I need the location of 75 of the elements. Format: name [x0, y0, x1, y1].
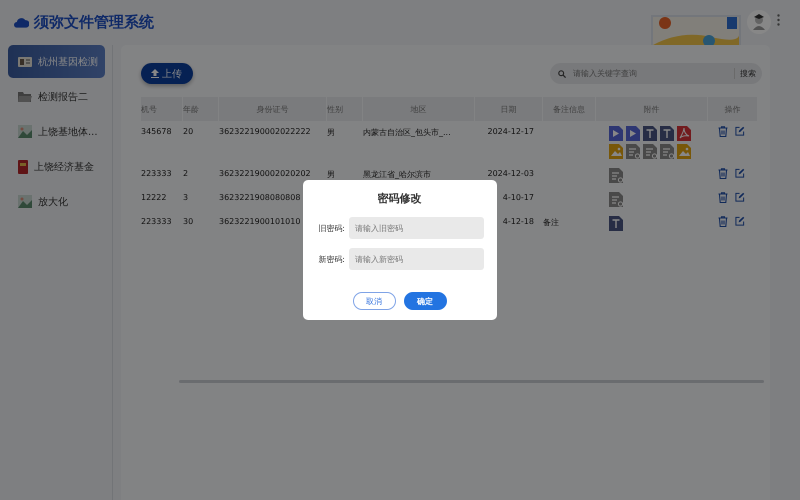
table-cell: 黑龙江省_哈尔滨市	[363, 170, 431, 179]
table-cell: 4-12-18	[502, 217, 534, 226]
delete-icon[interactable]	[718, 168, 728, 179]
sidebar-item[interactable]: 检测报告二	[8, 80, 105, 113]
table-cell: 3	[183, 193, 188, 202]
folder-icon	[18, 90, 32, 102]
table-cell: 内蒙古自治区_包头市_...	[363, 128, 451, 137]
pdf-file-icon[interactable]	[676, 125, 692, 142]
doc-file-icon[interactable]	[608, 167, 624, 184]
card-icon	[18, 56, 32, 66]
doc-file-icon[interactable]	[642, 143, 658, 160]
column-header: 附件	[596, 97, 708, 121]
delete-icon[interactable]	[718, 216, 728, 227]
edit-icon[interactable]	[735, 216, 745, 226]
confirm-button[interactable]: 确定	[404, 292, 446, 310]
more-icon[interactable]	[777, 14, 780, 26]
edit-icon[interactable]	[735, 126, 745, 136]
doc-file-icon[interactable]	[659, 143, 675, 160]
upload-icon	[151, 69, 159, 78]
video-file-icon[interactable]	[608, 125, 624, 142]
table-cell: 男	[327, 128, 335, 137]
column-header: 地区	[363, 97, 475, 121]
column-header: 机号	[141, 97, 183, 121]
sidebar-item[interactable]: 上饶经济基金	[8, 150, 105, 183]
text-file-icon[interactable]	[642, 125, 658, 142]
table-cell: 备注	[543, 218, 559, 227]
sidebar-item[interactable]: 上饶基地体...	[8, 115, 105, 148]
edit-icon[interactable]	[735, 168, 745, 178]
column-header: 备注信息	[543, 97, 596, 121]
table-cell: 3623221900101010	[219, 217, 300, 226]
table-cell: 30	[183, 217, 194, 226]
table-cell: 3623221908080808	[219, 193, 300, 202]
table-cell: 男	[327, 170, 335, 179]
table-cell: 2024-12-17	[488, 127, 534, 136]
field-label: 新密码:	[317, 254, 345, 264]
book-icon	[18, 160, 28, 174]
field-label: 旧密码:	[317, 222, 345, 234]
text-file-icon[interactable]	[608, 215, 624, 232]
thumbnail-icon	[18, 195, 32, 208]
table-cell: 12222	[141, 193, 166, 202]
table-cell: 2	[183, 169, 188, 178]
upload-button[interactable]: 上传	[141, 63, 193, 84]
search-button[interactable]: 搜索	[734, 68, 756, 79]
dialog-title: 密码修改	[378, 191, 422, 206]
column-header: 性别	[327, 97, 363, 121]
sidebar-item[interactable]: 放大化	[8, 185, 105, 218]
text-file-icon[interactable]	[659, 125, 675, 142]
table-cell: 4-10-17	[502, 193, 534, 202]
table-cell: 223333	[141, 217, 172, 226]
search-icon	[558, 70, 566, 78]
column-header: 年龄	[183, 97, 219, 121]
thumbnail-icon	[18, 125, 32, 138]
cloud-icon	[14, 17, 29, 28]
sidebar-item[interactable]: 杭州基因检测	[8, 45, 105, 78]
column-header: 日期	[475, 97, 543, 121]
password-field[interactable]: 请输入旧密码	[349, 217, 484, 239]
table-cell: 362322190002022222	[219, 127, 311, 136]
column-header: 身份证号	[219, 97, 327, 121]
avatar[interactable]	[747, 10, 771, 34]
table-cell: 345678	[141, 127, 172, 136]
table-cell: 362322190002020202	[219, 169, 311, 178]
video-file-icon[interactable]	[625, 125, 641, 142]
cancel-button[interactable]: 取消	[352, 292, 396, 310]
column-header: 操作	[708, 97, 758, 121]
doc-file-icon[interactable]	[625, 143, 641, 160]
edit-icon[interactable]	[735, 192, 745, 202]
table-cell: 2024-12-03	[488, 169, 534, 178]
search-field[interactable]: 请输入关键字查询 搜索	[550, 63, 762, 84]
table-cell: 20	[183, 127, 194, 136]
delete-icon[interactable]	[718, 126, 728, 137]
app-title: 须弥文件管理系统	[34, 13, 154, 32]
doc-file-icon[interactable]	[608, 191, 624, 208]
delete-icon[interactable]	[718, 192, 728, 203]
password-field[interactable]: 请输入新密码	[349, 248, 484, 270]
table-cell: 223333	[141, 169, 172, 178]
